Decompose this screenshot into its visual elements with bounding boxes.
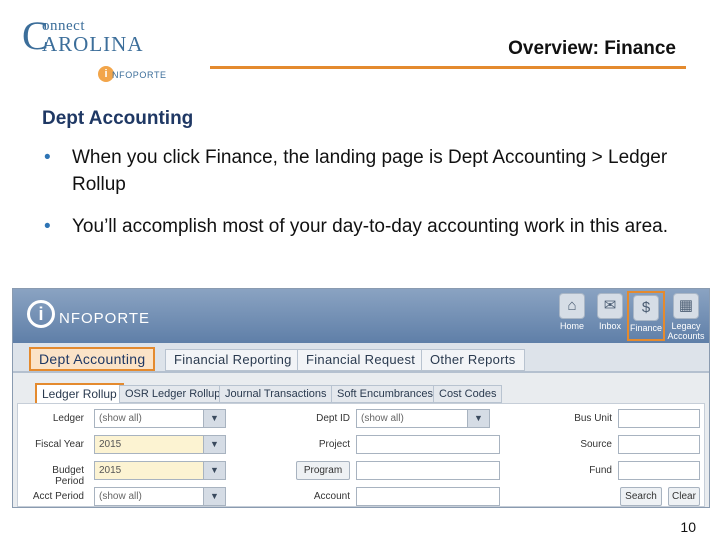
- tab-dept-accounting[interactable]: Dept Accounting: [29, 347, 156, 371]
- acct-period-select[interactable]: (show all) ▼: [94, 487, 226, 506]
- fiscal-year-value: 2015: [99, 439, 122, 450]
- bullet-text: You’ll accomplish most of your day-to-da…: [72, 216, 668, 237]
- program-input[interactable]: [356, 461, 500, 480]
- ledger-label: Ledger: [52, 413, 84, 424]
- deptid-value: (show all): [361, 413, 404, 424]
- slide-title: Overview: Finance: [508, 38, 676, 59]
- ledger-rollup-filter-form: Ledger (show all) ▼ Fiscal Year 2015 ▼ B…: [17, 403, 705, 507]
- chevron-down-icon: ▼: [467, 410, 489, 427]
- fund-input[interactable]: [618, 461, 700, 480]
- nav-home-label: Home: [559, 321, 584, 331]
- page-number: 10: [680, 519, 696, 535]
- title-divider: [210, 66, 686, 69]
- nav-inbox[interactable]: ✉ Inbox: [591, 291, 629, 341]
- logo-word-infoporte: NFOPORTE: [112, 70, 167, 80]
- calculator-icon: ▦: [673, 293, 699, 319]
- source-label: Source: [580, 439, 612, 450]
- nav-legacy-label: Legacy Accounts: [667, 321, 705, 341]
- dollar-icon: $: [633, 295, 659, 321]
- fund-label: Fund: [589, 465, 612, 476]
- bullet-marker: •: [44, 147, 51, 168]
- account-input[interactable]: [356, 487, 500, 506]
- budget-period-value: 2015: [99, 465, 122, 476]
- acct-period-label: Acct Period: [32, 491, 84, 502]
- section-heading: Dept Accounting: [42, 108, 194, 129]
- nav-finance[interactable]: $ Finance: [627, 291, 665, 341]
- main-tab-bar: Dept Accounting Financial Reporting Fina…: [13, 343, 709, 373]
- tab-financial-request[interactable]: Financial Request: [297, 349, 425, 371]
- tab-soft-encumbrances[interactable]: Soft Encumbrances: [331, 385, 439, 403]
- fiscal-year-label: Fiscal Year: [35, 439, 84, 450]
- nav-home[interactable]: ⌂ Home: [553, 291, 591, 341]
- bus-unit-input[interactable]: [618, 409, 700, 428]
- fiscal-year-select[interactable]: 2015 ▼: [94, 435, 226, 454]
- bullet-marker: •: [44, 216, 51, 237]
- bullet-text: When you click Finance, the landing page…: [72, 147, 668, 195]
- ledger-select[interactable]: (show all) ▼: [94, 409, 226, 428]
- chevron-down-icon: ▼: [203, 410, 225, 427]
- chevron-down-icon: ▼: [203, 488, 225, 505]
- bullet-item: • You’ll accomplish most of your day-to-…: [44, 213, 694, 240]
- bullet-item: • When you click Finance, the landing pa…: [44, 144, 694, 198]
- budget-period-select[interactable]: 2015 ▼: [94, 461, 226, 480]
- tab-journal-transactions[interactable]: Journal Transactions: [219, 385, 333, 403]
- sub-tab-bar: Ledger Rollup OSR Ledger Rollup Journal …: [13, 375, 709, 403]
- project-input[interactable]: [356, 435, 500, 454]
- nav-finance-label: Finance: [629, 323, 663, 333]
- tab-cost-codes[interactable]: Cost Codes: [433, 385, 503, 403]
- chevron-down-icon: ▼: [203, 462, 225, 479]
- infoporte-screenshot: i NFOPORTE ⌂ Home ✉ Inbox $ Finance ▦ Le…: [12, 288, 710, 508]
- deptid-label: Dept ID: [316, 413, 350, 424]
- tab-osr-ledger-rollup[interactable]: OSR Ledger Rollup: [119, 385, 227, 403]
- bus-unit-label: Bus Unit: [574, 413, 612, 424]
- budget-period-label: Budget Period: [52, 465, 84, 487]
- account-label: Account: [313, 491, 350, 502]
- clear-button[interactable]: Clear: [668, 487, 700, 506]
- infoporte-logo-text: NFOPORTE: [59, 310, 151, 327]
- program-button[interactable]: Program: [296, 461, 350, 480]
- app-header-bar: i NFOPORTE ⌂ Home ✉ Inbox $ Finance ▦ Le…: [13, 289, 709, 343]
- project-label: Project: [318, 439, 350, 450]
- infoporte-i-icon: i: [27, 300, 55, 328]
- home-icon: ⌂: [559, 293, 585, 319]
- tab-financial-reporting[interactable]: Financial Reporting: [165, 349, 301, 371]
- chevron-down-icon: ▼: [203, 436, 225, 453]
- inbox-icon: ✉: [597, 293, 623, 319]
- nav-legacy-accounts[interactable]: ▦ Legacy Accounts: [665, 291, 707, 341]
- nav-inbox-label: Inbox: [598, 321, 622, 331]
- source-input[interactable]: [618, 435, 700, 454]
- acct-period-value: (show all): [99, 491, 142, 502]
- deptid-select[interactable]: (show all) ▼: [356, 409, 490, 428]
- ledger-value: (show all): [99, 413, 142, 424]
- connect-carolina-logo: C onnect AROLINA i NFOPORTE: [14, 10, 204, 90]
- tab-other-reports[interactable]: Other Reports: [421, 349, 525, 371]
- tab-ledger-rollup[interactable]: Ledger Rollup: [35, 383, 124, 403]
- search-button[interactable]: Search: [620, 487, 662, 506]
- logo-word-carolina: AROLINA: [42, 32, 144, 56]
